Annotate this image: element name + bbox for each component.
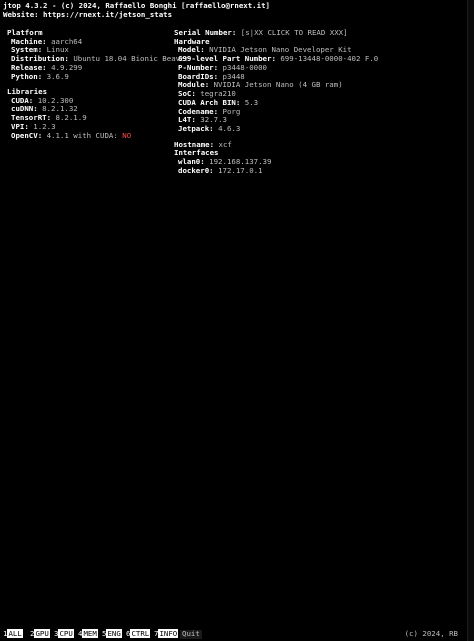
tab-info[interactable]: 7INFO [154,629,179,639]
platform-row: Python: 3.6.9 [11,71,69,81]
tab-mem[interactable]: 4MEM [78,629,98,639]
opencv-cuda-status: NO [122,130,132,140]
terminal: jtop 4.3.2 - (c) 2024, Raffaello Bonghi … [0,0,468,641]
tab-all[interactable]: 1ALL [3,629,23,639]
scrollbar[interactable] [467,0,474,641]
footer-copyright: (c) 2024, RB [404,629,458,638]
website-line: Website: https://rnext.it/jetson_stats [3,10,173,19]
tab-ctrl[interactable]: 6CTRL [126,629,151,639]
hardware-row: Jetpack: 4.6.3 [178,124,241,133]
footer-tab-bar: 1ALL 2GPU 3CPU 4MEM 5ENG 6CTRL 7INFO Qui… [0,629,468,639]
opencv-row: OpenCV: 4.1.1 with CUDA: NO [11,130,132,140]
tab-cpu[interactable]: 3CPU [54,629,74,639]
tab-eng[interactable]: 5ENG [102,629,122,639]
tab-gpu[interactable]: 2GPU [30,629,50,639]
quit-button[interactable]: Quit [180,629,202,639]
interface-row: docker0: 172.17.0.1 [178,165,263,175]
